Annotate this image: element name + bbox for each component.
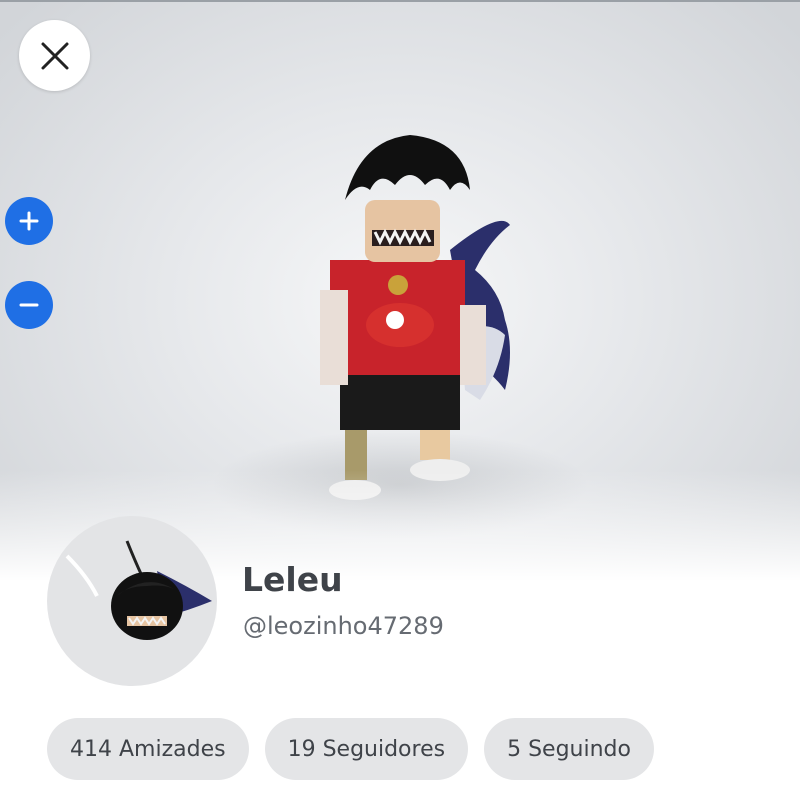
avatar-headshot-image (65, 540, 212, 640)
username: @leozinho47289 (243, 612, 444, 640)
display-name: Leleu (242, 560, 343, 599)
zoom-out-button[interactable] (5, 281, 53, 329)
avatar-headshot[interactable] (47, 516, 217, 686)
close-icon (41, 42, 68, 69)
close-button[interactable] (19, 20, 90, 91)
followers-count-button[interactable]: 19 Seguidores (264, 718, 469, 780)
minus-icon (19, 303, 39, 307)
avatar-3d-figure[interactable] (300, 130, 540, 520)
friends-count-button[interactable]: 414 Amizades (47, 718, 249, 780)
profile-stats: 414 Amizades 19 Seguidores 5 Seguindo (47, 718, 654, 780)
top-divider (0, 0, 800, 2)
plus-icon (19, 211, 39, 231)
zoom-in-button[interactable] (5, 197, 53, 245)
following-count-button[interactable]: 5 Seguindo (484, 718, 654, 780)
